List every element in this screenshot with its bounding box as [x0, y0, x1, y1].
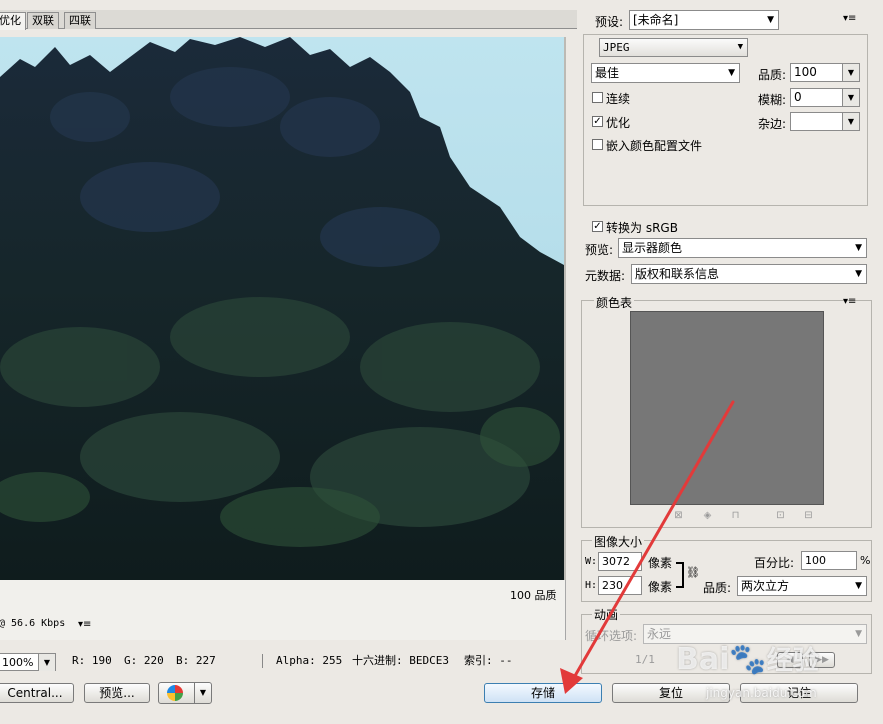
watermark-brand-suffix: 经验 [766, 646, 819, 676]
paw-icon: 🐾 [729, 642, 767, 677]
watermark-brand: Bai [676, 642, 730, 677]
watermark-logo: Bai🐾经验 [676, 640, 819, 677]
watermark-url: jingyan.baidu.com [706, 686, 817, 700]
annotation-arrow [560, 400, 735, 694]
